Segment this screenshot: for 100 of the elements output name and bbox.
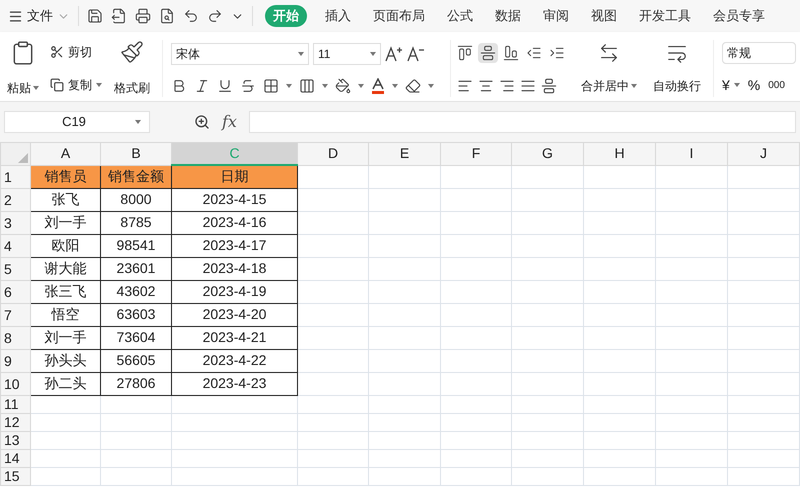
row-header[interactable]: 8	[0, 326, 30, 349]
cell-text: 刘一手	[44, 214, 86, 230]
ribbon-tab[interactable]: 视图	[587, 5, 621, 27]
distribute-icon[interactable]	[541, 78, 557, 94]
row-header[interactable]: 14	[0, 449, 30, 467]
cell-text: 刘一手	[44, 329, 86, 345]
name-box[interactable]: C19	[4, 111, 150, 133]
row-header[interactable]: 5	[0, 257, 30, 280]
eraser-icon[interactable]	[405, 78, 421, 94]
cell-text: 2023-4-19	[202, 283, 266, 299]
italic-icon[interactable]	[194, 78, 210, 94]
row-header[interactable]: 13	[0, 431, 30, 449]
wrap-text-button[interactable]: 自动换行	[649, 36, 705, 101]
shrink-font-icon[interactable]	[407, 46, 425, 62]
cell-text: 2023-4-23	[202, 375, 266, 391]
print-icon[interactable]	[135, 8, 151, 24]
caret-icon	[358, 84, 364, 88]
format-painter-button[interactable]: 格式刷	[110, 36, 154, 101]
paintbrush-icon	[120, 40, 144, 64]
caret-icon	[322, 84, 328, 88]
currency-button[interactable]: ¥	[722, 74, 740, 96]
row-header[interactable]: 9	[0, 349, 30, 372]
row-header[interactable]: 6	[0, 280, 30, 303]
print-preview-icon[interactable]	[159, 8, 175, 24]
caret-icon	[33, 86, 39, 90]
cell-text: 销售金额	[108, 168, 164, 184]
redo-icon[interactable]	[207, 8, 223, 24]
ribbon-tab[interactable]: 公式	[443, 5, 477, 27]
column-header[interactable]: H	[584, 142, 656, 165]
cell-text: 2023-4-16	[202, 214, 266, 230]
triangle-icon	[18, 152, 28, 162]
row-header[interactable]: 2	[0, 188, 30, 211]
ribbon-tab[interactable]: 数据	[491, 5, 525, 27]
fx-label: fx	[222, 111, 237, 133]
row-header[interactable]: 1	[0, 165, 30, 188]
ribbon-tab[interactable]: 开发工具	[635, 5, 695, 27]
caret-icon	[392, 84, 398, 88]
thousands-button[interactable]: 000	[768, 78, 785, 92]
column-header[interactable]: J	[728, 142, 800, 165]
export-icon[interactable]	[111, 8, 127, 24]
cell-text: 悟空	[52, 306, 80, 322]
row-header[interactable]: 15	[0, 467, 30, 485]
ribbon-tab[interactable]: 插入	[321, 5, 355, 27]
ribbon-tab[interactable]: 页面布局	[369, 5, 429, 27]
scissors-icon	[50, 45, 64, 60]
font-size-select[interactable]: 11	[313, 42, 381, 65]
cell-text: 2023-4-17	[202, 237, 266, 253]
caret-icon	[370, 52, 376, 56]
row-header[interactable]: 10	[0, 372, 30, 395]
column-header[interactable]: E	[368, 142, 440, 165]
align-top-icon	[457, 45, 473, 62]
cell-text: 2023-4-20	[202, 306, 266, 322]
cell-text: 日期	[220, 168, 248, 184]
paste-button[interactable]: 粘贴	[4, 36, 42, 101]
merge-icon	[598, 42, 620, 64]
save-icon[interactable]	[87, 8, 103, 24]
cell-text: 2023-4-15	[202, 191, 266, 207]
column-header[interactable]: I	[656, 142, 728, 165]
caret-icon	[96, 82, 102, 87]
cell-text: 孙头头	[44, 352, 86, 368]
font-select[interactable]: 宋体	[171, 42, 309, 65]
merge-center-button[interactable]: 合并居中	[577, 36, 641, 101]
cell-text: 张三飞	[44, 283, 86, 299]
ribbon-tab[interactable]: 审阅	[539, 5, 573, 27]
file-menu[interactable]: 文件	[8, 6, 70, 26]
zoom-icon[interactable]	[194, 114, 210, 130]
cell-text: 43602	[116, 283, 156, 299]
align-bottom-icon	[503, 45, 519, 62]
row-header[interactable]: 12	[0, 413, 30, 431]
column-header[interactable]: A	[30, 142, 100, 165]
column-header[interactable]: D	[298, 142, 368, 165]
caret-icon	[286, 84, 292, 88]
strikethrough-icon[interactable]	[240, 78, 256, 94]
row-header[interactable]: 3	[0, 211, 30, 234]
formula-input[interactable]	[248, 111, 796, 133]
row-header[interactable]: 4	[0, 234, 30, 257]
column-header[interactable]: B	[100, 142, 172, 165]
font-color-icon[interactable]	[371, 78, 385, 94]
fill-color-icon[interactable]	[335, 78, 351, 94]
number-format-select[interactable]: 常规	[722, 42, 796, 64]
underline-icon[interactable]	[217, 78, 233, 94]
grow-font-icon[interactable]	[385, 46, 403, 62]
caret-icon	[135, 120, 141, 124]
cut-button[interactable]: 剪切	[50, 43, 102, 62]
column-header[interactable]: F	[440, 142, 512, 165]
cell-text: 23601	[116, 260, 156, 276]
borders-icon[interactable]	[263, 78, 279, 94]
align-middle-button[interactable]	[478, 43, 498, 64]
cell-text: 56605	[116, 352, 156, 368]
row-header[interactable]: 7	[0, 303, 30, 326]
cell-text: 销售员	[44, 168, 86, 184]
undo-icon[interactable]	[183, 8, 199, 24]
cell-style-icon[interactable]	[299, 78, 315, 94]
row-header[interactable]: 11	[0, 395, 30, 413]
copy-button[interactable]: 复制	[50, 76, 102, 94]
align-middle-icon	[480, 45, 496, 62]
column-header[interactable]: G	[512, 142, 584, 165]
cell-text: 张飞	[52, 191, 80, 207]
percent-button[interactable]: %	[748, 74, 760, 96]
ribbon-tab[interactable]: 会员专享	[709, 5, 769, 27]
